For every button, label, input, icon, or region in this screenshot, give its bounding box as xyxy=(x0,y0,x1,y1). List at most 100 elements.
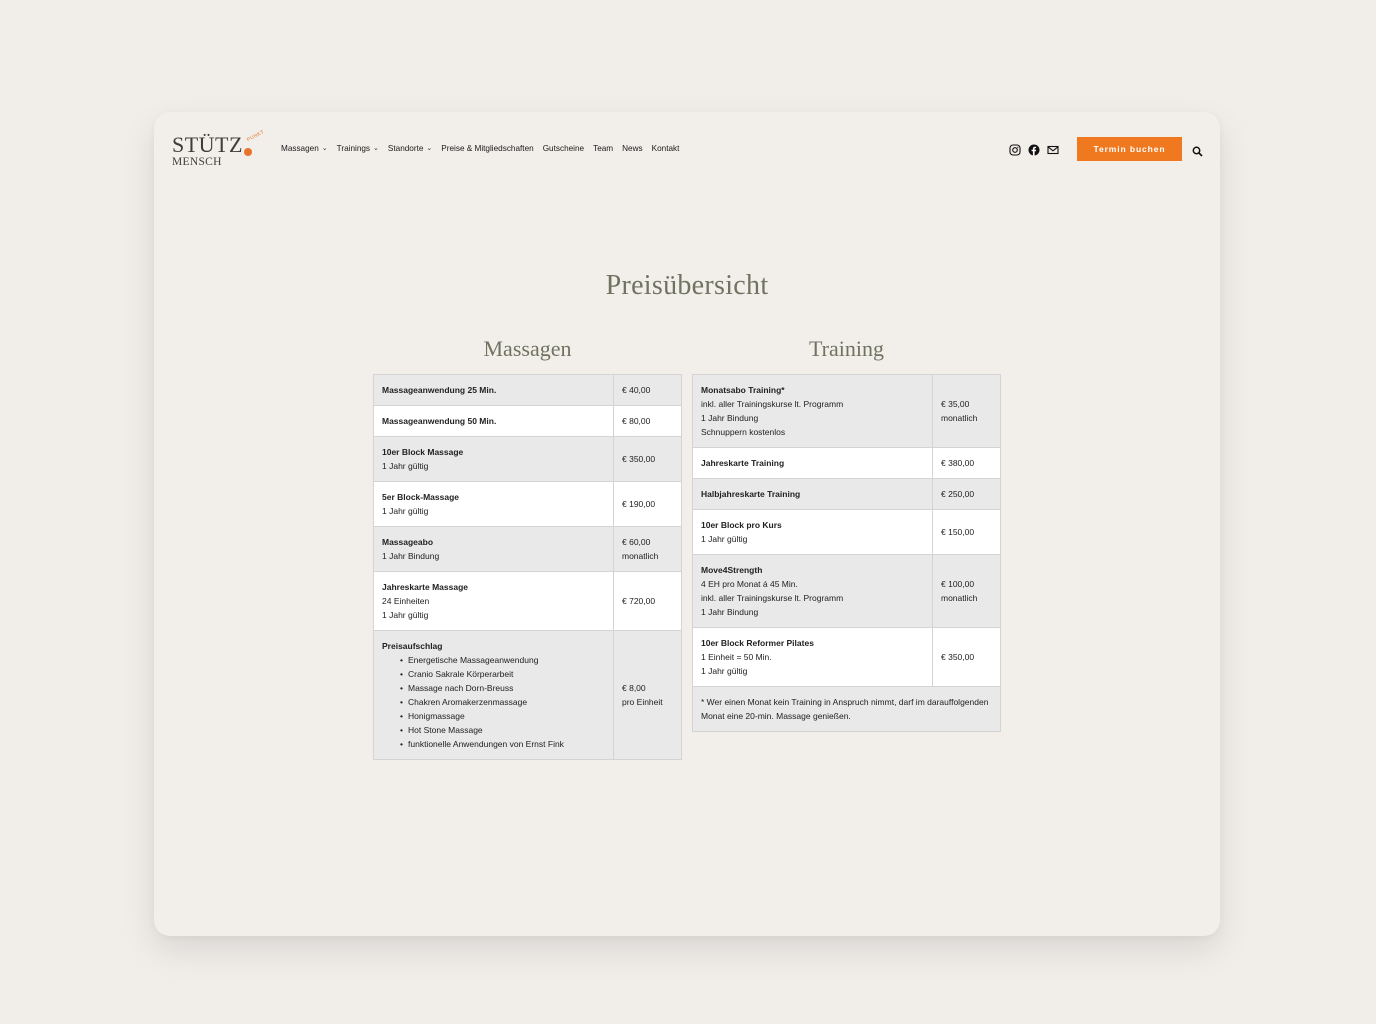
item-description: Massageabo 1 Jahr Bindung xyxy=(373,526,614,572)
footnote-row: * Wer einen Monat kein Training in Anspr… xyxy=(692,686,1001,732)
table-row: Halbjahreskarte Training € 250,00 xyxy=(692,478,1001,510)
item-detail: 1 Jahr gültig xyxy=(382,506,429,516)
table-row: Monatsabo Training* inkl. aller Trainings… xyxy=(692,374,1001,448)
logo[interactable]: STÜTZ MENSCH PUNKT xyxy=(172,129,266,170)
table-row: 5er Block-Massage 1 Jahr gültig € 190,00 xyxy=(373,481,682,527)
item-detail: 1 Jahr gültig xyxy=(382,610,429,620)
item-price-cell: € 350,00 xyxy=(932,627,1001,687)
item-price-note: monatlich xyxy=(622,551,659,561)
nav-item-label: Massagen xyxy=(281,144,319,153)
main-nav: Massagen ⌄ Trainings ⌄ Standorte ⌄ Preise & Mi… xyxy=(281,144,679,153)
nav-item-label: Standorte xyxy=(387,144,424,153)
item-title: Massageanwendung 25 Min. xyxy=(382,385,497,395)
item-price: € 190,00 xyxy=(622,499,656,509)
footnote: * Wer einen Monat kein Training in Anspr… xyxy=(692,686,1001,732)
massagen-heading: Massagen xyxy=(483,336,572,361)
training-heading: Training xyxy=(809,336,884,361)
item-price-cell: € 190,00 xyxy=(613,481,682,527)
item-detail: 4 EH pro Monat á 45 Min. xyxy=(701,579,798,589)
item-price-cell: € 35,00 monatlich xyxy=(932,374,1001,448)
list-item: Hot Stone Massage xyxy=(400,723,605,737)
item-price: € 100,00 xyxy=(941,579,975,589)
item-price: € 350,00 xyxy=(622,454,656,464)
item-description: 5er Block-Massage 1 Jahr gültig xyxy=(373,481,614,527)
item-price-cell: € 40,00 xyxy=(613,374,682,406)
table-row: Massageabo 1 Jahr Bindung € 60,00 monatlich xyxy=(373,526,682,572)
nav-item-massagen[interactable]: Massagen ⌄ xyxy=(281,144,328,153)
list-item: Chakren Aromakerzenmassage xyxy=(400,695,605,709)
item-description: Move4Strength 4 EH pro Monat á 45 Min. ink… xyxy=(692,554,933,628)
nav-item-team[interactable]: Team xyxy=(593,144,613,153)
item-title: Move4Strength xyxy=(701,565,763,575)
item-title: Massageanwendung 50 Min. xyxy=(382,416,497,426)
item-description: Massageanwendung 50 Min. xyxy=(373,405,614,437)
item-price-cell: € 150,00 xyxy=(932,509,1001,555)
item-description: Preisaufschlag Energetische Massageanwend… xyxy=(373,630,614,760)
nav-item-gutscheine[interactable]: Gutscheine xyxy=(543,144,584,153)
item-price-note: pro Einheit xyxy=(622,697,663,707)
item-price: € 40,00 xyxy=(622,385,651,395)
mail-icon[interactable] xyxy=(1047,143,1059,155)
nav-item-label: News xyxy=(622,144,643,153)
item-price-cell: € 380,00 xyxy=(932,447,1001,479)
item-price-note: monatlich xyxy=(941,593,978,603)
item-price: € 380,00 xyxy=(941,458,975,468)
book-appointment-button[interactable]: Termin buchen xyxy=(1077,137,1182,161)
item-detail: 1 Einheit = 50 Min. xyxy=(701,652,772,662)
table-row: Preisaufschlag Energetische Massageanwend… xyxy=(373,630,682,760)
list-item: Energetische Massageanwendung xyxy=(400,653,605,667)
item-detail: 1 Jahr gültig xyxy=(701,534,748,544)
nav-item-preise-mitgliedschaften[interactable]: Preise & Mitgliedschaften xyxy=(441,144,533,153)
item-description: Monatsabo Training* inkl. aller Trainings… xyxy=(692,374,933,448)
chevron-down-icon: ⌄ xyxy=(321,144,328,152)
nav-item-trainings[interactable]: Trainings ⌄ xyxy=(337,144,379,153)
item-detail: 24 Einheiten xyxy=(382,596,430,606)
table-row: 10er Block Reformer Pilates 1 Einheit = 5… xyxy=(692,627,1001,687)
item-title: 10er Block Massage xyxy=(382,447,464,457)
list-item: funktionelle Anwendungen von Ernst Fink xyxy=(400,737,605,751)
item-price: € 350,00 xyxy=(941,652,975,662)
nav-item-label: Kontakt xyxy=(651,144,680,153)
chevron-down-icon: ⌄ xyxy=(426,144,433,152)
logo-tagline: PUNKT xyxy=(246,129,266,144)
item-title: Massageabo xyxy=(382,537,434,547)
logo-dot xyxy=(244,148,252,156)
browser-window: STÜTZ MENSCH PUNKT Massagen ⌄ Trainings ⌄ St… xyxy=(154,112,1220,936)
facebook-icon[interactable] xyxy=(1028,143,1040,156)
item-detail: 1 Jahr gültig xyxy=(701,666,748,676)
table-row: Jahreskarte Training € 380,00 xyxy=(692,447,1001,479)
instagram-icon[interactable] xyxy=(1009,143,1021,156)
item-price-cell: € 720,00 xyxy=(613,571,682,631)
item-price: € 150,00 xyxy=(941,527,975,537)
item-description: Halbjahreskarte Training xyxy=(692,478,933,510)
item-title: 10er Block Reformer Pilates xyxy=(701,638,814,648)
nav-item-kontakt[interactable]: Kontakt xyxy=(652,144,680,153)
page-title: Preisübersicht xyxy=(605,270,769,301)
nav-item-standorte[interactable]: Standorte ⌄ xyxy=(388,144,432,153)
list-item: Massage nach Dorn-Breuss xyxy=(400,681,605,695)
item-price-cell: € 60,00 monatlich xyxy=(613,526,682,572)
item-description: 10er Block pro Kurs 1 Jahr gültig xyxy=(692,509,933,555)
item-detail: inkl. aller Trainingskurse lt. Programm xyxy=(701,399,844,409)
list-item: Cranio Sakrale Körperarbeit xyxy=(400,667,605,681)
search-icon[interactable] xyxy=(1192,144,1203,157)
item-title: 10er Block pro Kurs xyxy=(701,520,782,530)
item-detail: 1 Jahr Bindung xyxy=(701,413,759,423)
training-price-table: Monatsabo Training* inkl. aller Trainings… xyxy=(692,374,1001,732)
nav-item-news[interactable]: News xyxy=(622,144,642,153)
massagen-price-table: Massageanwendung 25 Min. € 40,00 Massagean… xyxy=(373,374,682,760)
item-title: Jahreskarte Massage xyxy=(382,582,469,592)
item-detail: 1 Jahr Bindung xyxy=(701,607,759,617)
list-item: Honigmassage xyxy=(400,709,605,723)
table-row: Massageanwendung 25 Min. € 40,00 xyxy=(373,374,682,406)
item-price: € 35,00 xyxy=(941,399,970,409)
item-description: Massageanwendung 25 Min. xyxy=(373,374,614,406)
item-price: € 60,00 xyxy=(622,537,651,547)
nav-item-label: Gutscheine xyxy=(542,144,585,153)
item-price-note: monatlich xyxy=(941,413,978,423)
item-title: Preisaufschlag xyxy=(382,641,443,651)
item-detail: 1 Jahr Bindung xyxy=(382,551,440,561)
item-bullet-list: Energetische MassageanwendungCranio Sakr… xyxy=(382,653,605,751)
item-price: € 250,00 xyxy=(941,489,975,499)
item-description: Jahreskarte Massage 24 Einheiten 1 Jahr gü… xyxy=(373,571,614,631)
